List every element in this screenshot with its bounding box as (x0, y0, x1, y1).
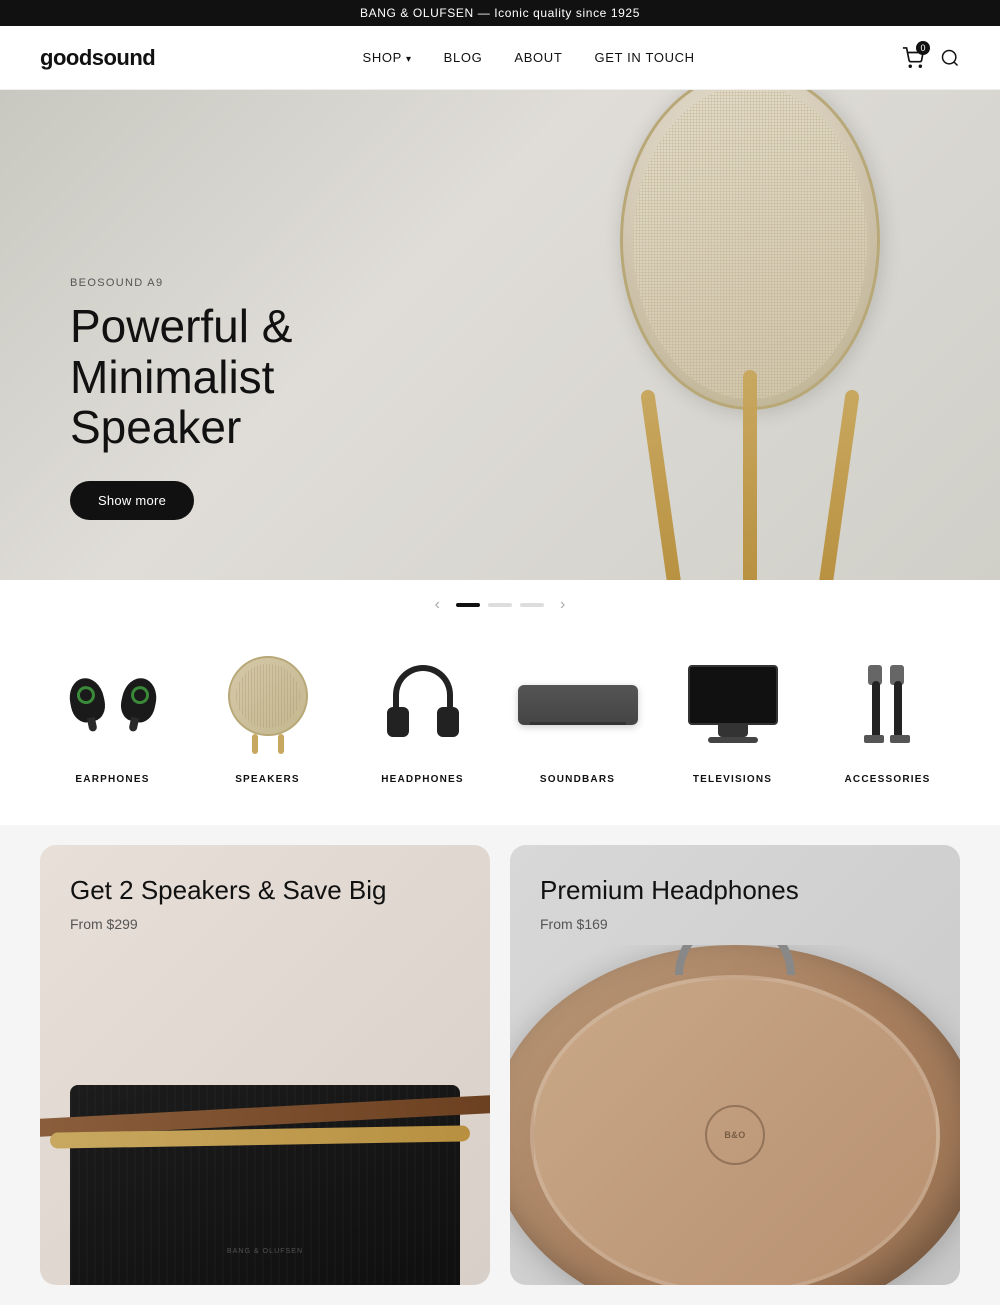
tv-icon (688, 665, 778, 745)
promo-right-product: B&O (510, 945, 960, 1285)
speakers-image (195, 650, 340, 760)
speaker-legs-icon (252, 734, 284, 754)
promo-left-product: BANG & OLUFSEN (40, 965, 490, 1285)
speaker-round-icon (228, 656, 308, 736)
hero-subtitle: BEOSOUND A9 (70, 277, 420, 289)
categories-section: EARPHONES SPEAKERS (0, 630, 1000, 825)
speakers-label: SPEAKERS (235, 774, 300, 785)
search-button[interactable] (940, 48, 960, 68)
categories-grid: EARPHONES SPEAKERS (40, 650, 960, 785)
speaker-leg-center (743, 370, 757, 580)
nav-blog[interactable]: BLOG (444, 50, 483, 65)
logo[interactable]: goodsound (40, 45, 155, 71)
nav-get-in-touch[interactable]: GET IN TOUCH (594, 50, 694, 65)
hero-cta-button[interactable]: Show more (70, 481, 194, 520)
promo-left-title: Get 2 Speakers & Save Big (70, 875, 387, 906)
speaker-leg-right (818, 389, 860, 580)
headphones-icon (383, 665, 463, 745)
nav-about[interactable]: ABOUT (514, 50, 562, 65)
category-accessories[interactable]: ACCESSORIES (815, 650, 960, 785)
tv-base (708, 737, 758, 743)
promo-card-headphones[interactable]: Premium Headphones From $169 B&O (510, 845, 960, 1285)
hp-ear-left (387, 707, 409, 737)
tv-stand (718, 725, 748, 737)
promo-left-text: Get 2 Speakers & Save Big From $299 (70, 875, 387, 932)
accessories-image (815, 650, 960, 760)
slider-next-button[interactable]: › (552, 596, 573, 614)
accessories-label: ACCESSORIES (845, 774, 931, 785)
category-speakers[interactable]: SPEAKERS (195, 650, 340, 785)
earphones-image (40, 650, 185, 760)
promo-section: Get 2 Speakers & Save Big From $299 BANG… (0, 825, 1000, 1305)
category-televisions[interactable]: TELEVISIONS (660, 650, 805, 785)
category-earphones[interactable]: EARPHONES (40, 650, 185, 785)
shop-chevron-icon (406, 50, 412, 65)
hero-title: Powerful & Minimalist Speaker (70, 301, 420, 453)
hero-speaker-illustration (580, 90, 920, 580)
top-banner: BANG & OLUFSEN — Iconic quality since 19… (0, 0, 1000, 26)
nav-shop[interactable]: SHOP (363, 50, 412, 65)
main-nav: SHOP BLOG ABOUT GET IN TOUCH (363, 50, 695, 65)
header-icons: 0 (902, 47, 960, 69)
speaker-leg-left (640, 389, 682, 580)
category-headphones[interactable]: HEADPHONES (350, 650, 495, 785)
category-soundbars[interactable]: SOUNDBARS (505, 650, 650, 785)
slider-nav: ‹ › (0, 580, 1000, 630)
speaker-fabric (633, 90, 867, 399)
televisions-label: TELEVISIONS (693, 774, 772, 785)
promo-right-text: Premium Headphones From $169 (540, 875, 799, 932)
televisions-image (660, 650, 805, 760)
tv-screen (688, 665, 778, 725)
slider-dot-active (456, 603, 480, 607)
slider-prev-button[interactable]: ‹ (427, 596, 448, 614)
cart-button[interactable]: 0 (902, 47, 924, 69)
speaker-oval (620, 90, 880, 410)
soundbar-icon (518, 685, 638, 725)
slider-dot-2 (488, 603, 512, 607)
hero-section: BEOSOUND A9 Powerful & Minimalist Speake… (0, 90, 1000, 580)
promo-card-speakers[interactable]: Get 2 Speakers & Save Big From $299 BANG… (40, 845, 490, 1285)
header: goodsound SHOP BLOG ABOUT GET IN TOUCH 0 (0, 26, 1000, 90)
hero-content: BEOSOUND A9 Powerful & Minimalist Speake… (0, 277, 420, 580)
hp-ear-right (437, 707, 459, 737)
slider-dot-3 (520, 603, 544, 607)
promo-left-price: From $299 (70, 916, 387, 932)
banner-text: BANG & OLUFSEN — Iconic quality since 19… (360, 6, 640, 20)
soundbars-label: SOUNDBARS (540, 774, 615, 785)
headphones-label: HEADPHONES (381, 774, 464, 785)
headphones-image (350, 650, 495, 760)
earphones-label: EARPHONES (75, 774, 149, 785)
cart-badge: 0 (916, 41, 930, 55)
promo-right-price: From $169 (540, 916, 799, 932)
soundbars-image (505, 650, 650, 760)
speaker-fabric-inner (633, 90, 867, 399)
promo-right-title: Premium Headphones (540, 875, 799, 906)
